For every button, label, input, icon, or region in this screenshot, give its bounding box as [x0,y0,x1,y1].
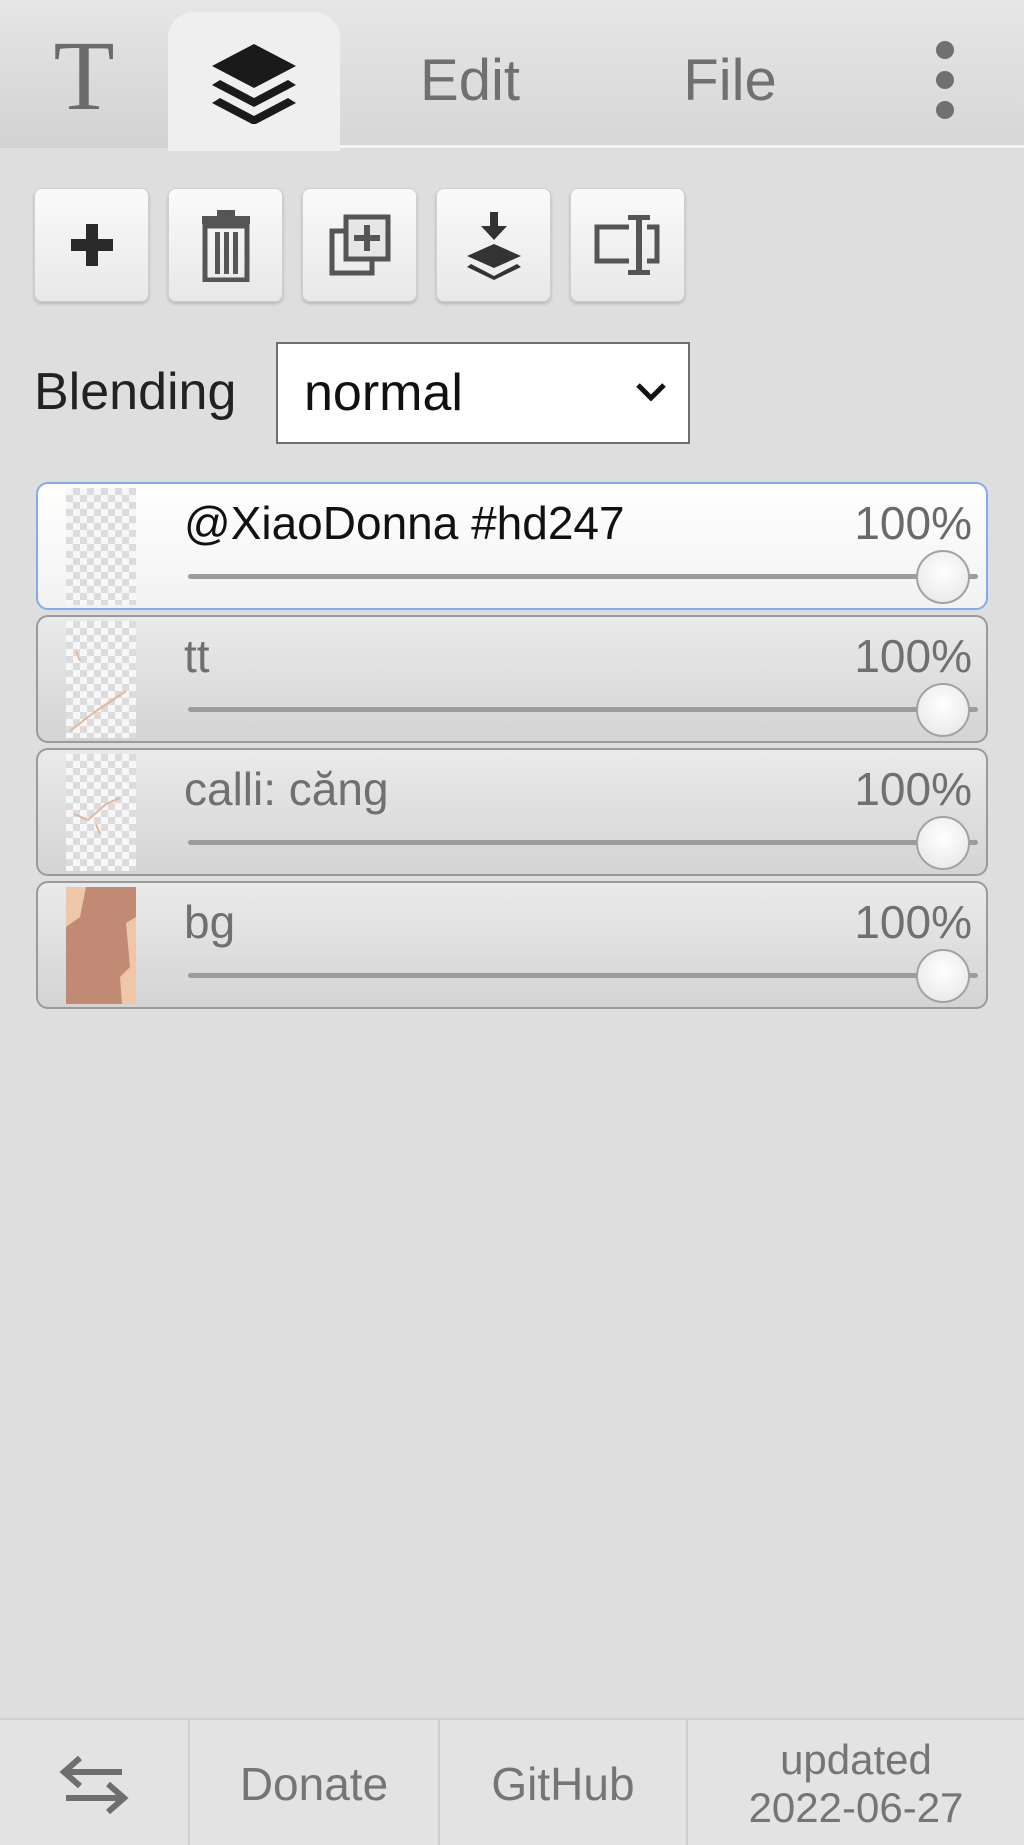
tab-layers[interactable] [168,12,340,151]
layer-thumbnail [66,887,136,1004]
vertical-dots-icon [936,41,954,119]
blending-label: Blending [34,363,237,421]
updated-date: 2022-06-27 [748,1783,964,1831]
opacity-slider-handle[interactable] [916,949,970,1003]
layer-name: calli: căng [184,763,389,815]
github-link[interactable]: GitHub [440,1720,688,1845]
layer-row[interactable]: calli: căng 100% [36,748,988,876]
swap-arrows-icon [59,1755,129,1814]
opacity-slider-track[interactable] [188,840,978,845]
skin-thumbnail-icon [66,887,136,1004]
footer-bar: Donate GitHub updated 2022-06-27 [0,1718,1024,1845]
tab-file[interactable]: File [668,12,792,148]
opacity-slider-handle[interactable] [916,816,970,870]
layer-toolbar [34,188,685,302]
tab-edit[interactable]: Edit [400,12,540,148]
rename-icon [594,215,659,275]
layer-list: @XiaoDonna #hd247 100% tt 100% calli: că… [36,482,988,1014]
chevron-down-icon [636,383,666,402]
tab-bar: T Edit File [0,0,1024,151]
swap-side-button[interactable] [0,1720,190,1845]
delete-layer-button[interactable] [168,188,283,302]
tab-text-tool[interactable]: T [0,12,168,148]
add-layer-button[interactable] [34,188,149,302]
layer-opacity-value: 100% [854,896,972,948]
layer-name: tt [184,630,210,682]
layer-name: bg [184,896,236,948]
opacity-slider-track[interactable] [188,973,978,978]
opacity-slider-track[interactable] [188,574,978,579]
layer-thumbnail [66,488,136,605]
updated-label: updated [780,1735,932,1783]
duplicate-icon [329,214,390,276]
updated-info: updated 2022-06-27 [688,1720,1024,1845]
sketch-thumbnail-icon [69,650,127,732]
opacity-slider-handle[interactable] [916,550,970,604]
layer-opacity-value: 100% [854,763,972,815]
layer-row[interactable]: tt 100% [36,615,988,743]
sketch-thumbnail-icon [73,797,121,835]
blending-select[interactable]: normal [276,342,690,444]
opacity-slider-handle[interactable] [916,683,970,737]
layer-row[interactable]: bg 100% [36,881,988,1009]
opacity-slider-track[interactable] [188,707,978,712]
layer-thumbnail [66,754,136,871]
text-tool-icon: T [53,20,115,131]
layer-opacity-value: 100% [854,630,972,682]
duplicate-layer-button[interactable] [302,188,417,302]
layer-row[interactable]: @XiaoDonna #hd247 100% [36,482,988,610]
merge-down-icon [466,212,521,280]
plus-icon [70,224,113,266]
layer-opacity-value: 100% [854,497,972,549]
donate-link[interactable]: Donate [190,1720,440,1845]
trash-icon [201,210,250,282]
more-menu-button[interactable] [920,12,970,148]
merge-down-button[interactable] [436,188,551,302]
layer-name: @XiaoDonna #hd247 [184,497,625,549]
layer-thumbnail [66,621,136,738]
blending-selected-value: normal [304,364,463,422]
layers-panel: T Edit File Blending normal @XiaoDonna #… [0,0,1024,1845]
rename-layer-button[interactable] [570,188,685,302]
layers-icon [212,43,296,124]
